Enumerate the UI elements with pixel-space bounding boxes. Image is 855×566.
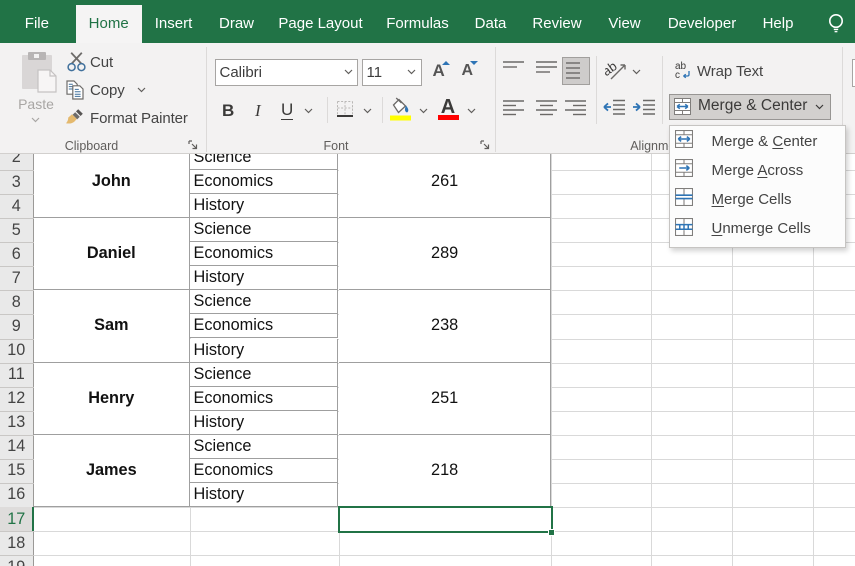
svg-text:c: c <box>675 70 680 81</box>
svg-text:ab: ab <box>605 59 620 79</box>
